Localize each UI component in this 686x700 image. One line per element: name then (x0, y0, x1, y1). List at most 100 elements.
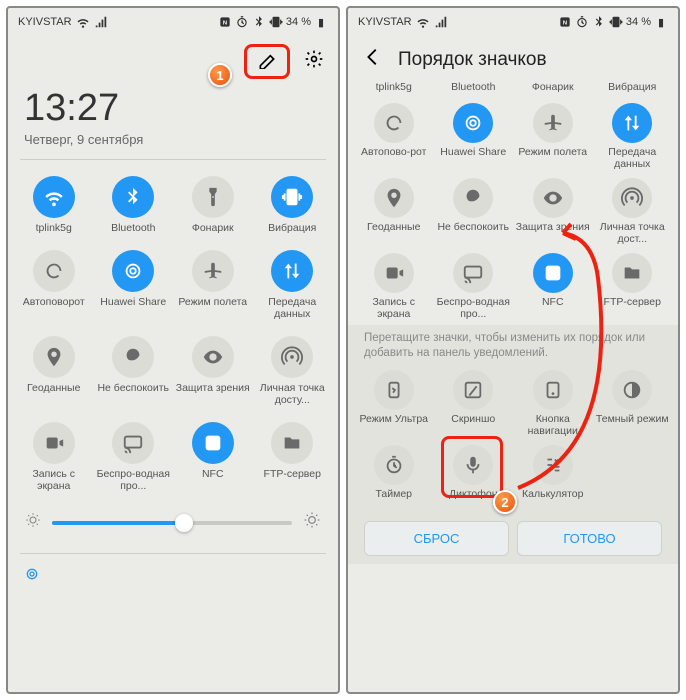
bluetooth-status-icon (592, 15, 606, 29)
timer-icon[interactable] (374, 445, 414, 485)
clock-area[interactable]: 13:27 Четверг, 9 сентября (8, 83, 338, 149)
time-label: 13:27 (24, 87, 322, 130)
tile-wifi[interactable]: tplink5g (14, 170, 94, 240)
carrier-label: KYIVSTAR (18, 16, 72, 28)
tile-hotspot[interactable]: Личная точка досту... (253, 330, 333, 412)
tile-dnd[interactable]: Не беспокоить (94, 330, 174, 412)
tile-airplane[interactable]: Режим полета (513, 100, 593, 173)
ftp-icon[interactable] (612, 253, 652, 293)
tile-label: Передача данных (595, 146, 671, 170)
dark-icon[interactable] (612, 370, 652, 410)
airplane-icon[interactable] (192, 250, 234, 292)
ftp-icon[interactable] (271, 422, 313, 464)
eye-icon[interactable] (192, 336, 234, 378)
location-icon[interactable] (374, 178, 414, 218)
cast-icon[interactable] (453, 253, 493, 293)
data-icon[interactable] (271, 250, 313, 292)
brightness-slider[interactable] (52, 521, 292, 525)
dnd-icon[interactable] (112, 336, 154, 378)
tile-ultra[interactable]: Режим Ультра (354, 367, 434, 440)
tile-label: Bluetooth (451, 81, 495, 93)
tile-flashlight[interactable]: Фонарик (173, 170, 253, 240)
tile-label: Таймер (375, 488, 412, 500)
rotate-icon[interactable] (374, 103, 414, 143)
share-icon[interactable] (453, 103, 493, 143)
share-indicator-icon[interactable] (8, 560, 338, 591)
tile-label-only[interactable]: tplink5g (354, 81, 434, 96)
airplane-icon[interactable] (533, 103, 573, 143)
nfc-icon[interactable] (192, 422, 234, 464)
navbtn-icon[interactable] (533, 370, 573, 410)
tile-cast[interactable]: Беспро-водная про... (434, 250, 514, 323)
tile-label: Режим Ультра (359, 413, 428, 437)
tile-eye[interactable]: Защита зрения (173, 330, 253, 412)
tile-record[interactable]: Запись с экрана (354, 250, 434, 323)
hotspot-icon[interactable] (612, 178, 652, 218)
settings-icon[interactable] (304, 49, 324, 74)
tile-nfc[interactable]: NFC (513, 250, 593, 323)
tile-location[interactable]: Геоданные (354, 175, 434, 248)
tile-label-only[interactable]: Bluetooth (434, 81, 514, 96)
bluetooth-icon[interactable] (112, 176, 154, 218)
record-icon[interactable] (374, 253, 414, 293)
dnd-icon[interactable] (453, 178, 493, 218)
tile-share[interactable]: Huawei Share (434, 100, 514, 173)
flashlight-icon[interactable] (192, 176, 234, 218)
tile-label-only[interactable]: Вибрация (593, 81, 673, 96)
done-button[interactable]: ГОТОВО (517, 521, 662, 556)
tile-ftp[interactable]: FTP-сервер (253, 416, 333, 498)
tile-label: Скриншо (451, 413, 495, 425)
vibrate-status-icon (269, 15, 283, 29)
tile-label: Геоданные (27, 382, 80, 394)
location-icon[interactable] (33, 336, 75, 378)
tile-label: Беспро-водная про... (436, 296, 512, 320)
tile-data[interactable]: Передача данных (593, 100, 673, 173)
tile-ftp[interactable]: FTP-сервер (593, 250, 673, 323)
screenshot-tile-highlight (441, 436, 503, 498)
share-icon[interactable] (112, 250, 154, 292)
tile-share[interactable]: Huawei Share (94, 244, 174, 326)
tile-label: Вибрация (608, 81, 656, 93)
edit-icon[interactable] (257, 56, 277, 73)
tile-label: Вибрация (268, 222, 316, 234)
wifi-icon[interactable] (33, 176, 75, 218)
tile-dnd[interactable]: Не беспокоить (434, 175, 514, 248)
ultra-icon[interactable] (374, 370, 414, 410)
cast-icon[interactable] (112, 422, 154, 464)
tile-rotate[interactable]: Автопово-рот (354, 100, 434, 173)
tile-navbtn[interactable]: Кнопка навигации (513, 367, 593, 440)
tile-cast[interactable]: Беспро-водная про... (94, 416, 174, 498)
tile-timer[interactable]: Таймер (354, 442, 434, 515)
calc-icon[interactable] (533, 445, 573, 485)
tile-label-only[interactable]: Фонарик (513, 81, 593, 96)
back-icon[interactable] (362, 46, 384, 73)
record-icon[interactable] (33, 422, 75, 464)
tile-label: tplink5g (376, 81, 412, 93)
tile-airplane[interactable]: Режим полета (173, 244, 253, 326)
tile-label: Калькулятор (522, 488, 583, 512)
tile-rotate[interactable]: Автоповорот (14, 244, 94, 326)
tile-vibrate[interactable]: Вибрация (253, 170, 333, 240)
eye-icon[interactable] (533, 178, 573, 218)
nfc-icon[interactable] (533, 253, 573, 293)
tile-record[interactable]: Запись с экрана (14, 416, 94, 498)
data-icon[interactable] (612, 103, 652, 143)
tile-screenshot[interactable]: Скриншо (434, 367, 514, 440)
battery-label: 34 % (626, 16, 651, 28)
battery-icon: ▮ (314, 15, 328, 29)
tile-data[interactable]: Передача данных (253, 244, 333, 326)
tile-calc[interactable]: Калькулятор (513, 442, 593, 515)
tile-nfc[interactable]: NFC (173, 416, 253, 498)
tile-bluetooth[interactable]: Bluetooth (94, 170, 174, 240)
tile-eye[interactable]: Защита зрения (513, 175, 593, 248)
tile-location[interactable]: Геоданные (14, 330, 94, 412)
tile-dark[interactable]: Темный режим (593, 367, 673, 440)
screenshot-icon[interactable] (453, 370, 493, 410)
hotspot-icon[interactable] (271, 336, 313, 378)
tile-hotspot[interactable]: Личная точка дост... (593, 175, 673, 248)
rotate-icon[interactable] (33, 250, 75, 292)
vibrate-icon[interactable] (271, 176, 313, 218)
reset-button[interactable]: СБРОС (364, 521, 509, 556)
tile-label: Фонарик (192, 222, 234, 234)
page-title: Порядок значков (398, 49, 547, 71)
